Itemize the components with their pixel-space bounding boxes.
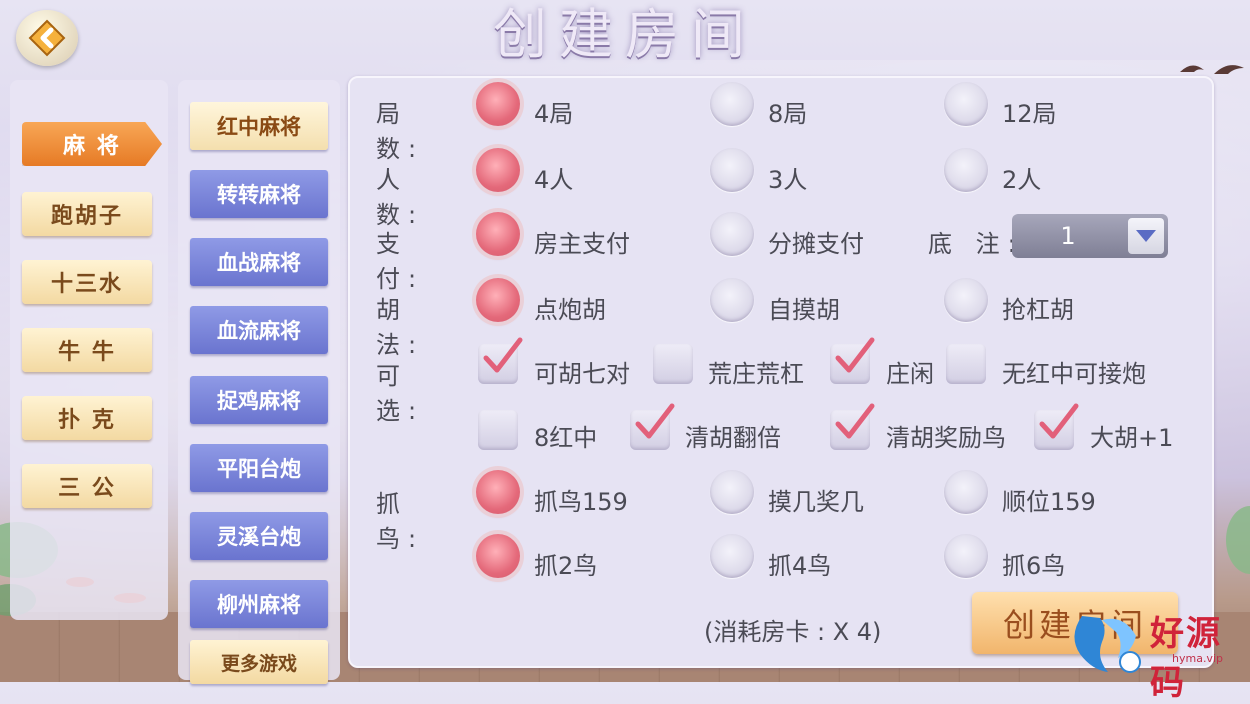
bird-option-label: 顺位159	[1002, 488, 1096, 516]
bird-count-label: 抓2鸟	[534, 552, 598, 580]
checkmark-icon	[835, 403, 875, 439]
category-poker[interactable]: 扑 克	[22, 396, 152, 440]
game-lingxi-taipao[interactable]: 灵溪台炮	[190, 512, 328, 560]
players-option-label: 3人	[768, 166, 808, 194]
optional-label: 可 选:	[376, 362, 425, 425]
base-bet-value: 1	[1060, 222, 1076, 250]
rounds-option-label: 4局	[534, 100, 574, 128]
checkbox-qinghu-bird[interactable]	[830, 403, 875, 450]
payment-radio-split[interactable]	[710, 212, 754, 256]
checkbox-wuhongzhong[interactable]	[946, 344, 986, 384]
checkbox-8hongzhong[interactable]	[478, 410, 518, 450]
base-bet-label: 底 注:	[928, 230, 1024, 258]
rounds-option-label: 8局	[768, 100, 808, 128]
bird-label: 抓 鸟:	[376, 490, 425, 553]
checkmark-icon	[1039, 403, 1079, 439]
rounds-radio-8[interactable]	[710, 82, 754, 126]
checkmark-icon	[635, 403, 675, 439]
game-zhuanzhuan-mahjong[interactable]: 转转麻将	[190, 170, 328, 218]
players-radio-4[interactable]	[476, 148, 520, 192]
bird-count-radio-6[interactable]	[944, 534, 988, 578]
hu-method-label: 胡 法:	[376, 296, 425, 359]
more-games-button[interactable]: 更多游戏	[190, 640, 328, 684]
game-zhuoji-mahjong[interactable]: 捉鸡麻将	[190, 376, 328, 424]
optional-item-label: 庄闲	[886, 360, 934, 388]
room-card-cost: (消耗房卡 : X 4)	[704, 618, 882, 646]
rounds-option-label: 12局	[1002, 100, 1057, 128]
bird-option-label: 摸几奖几	[768, 488, 864, 516]
checkbox-qinghu-double[interactable]	[630, 403, 675, 450]
bird-radio-159[interactable]	[476, 470, 520, 514]
players-radio-3[interactable]	[710, 148, 754, 192]
watermark-logo-icon	[1074, 616, 1141, 673]
checkbox-qidui[interactable]	[478, 337, 523, 384]
optional-item-label: 清胡翻倍	[685, 424, 781, 452]
game-xueliu-mahjong[interactable]: 血流麻将	[190, 306, 328, 354]
players-option-label: 2人	[1002, 166, 1042, 194]
bird-count-label: 抓4鸟	[768, 552, 832, 580]
category-niuniu[interactable]: 牛 牛	[22, 328, 152, 372]
game-liuzhou-mahjong[interactable]: 柳州麻将	[190, 580, 328, 628]
checkmark-icon	[483, 337, 523, 373]
bird-count-radio-2[interactable]	[476, 534, 520, 578]
bird-radio-mojijiangji[interactable]	[710, 470, 754, 514]
hu-option-label: 自摸胡	[768, 296, 840, 324]
rounds-radio-4[interactable]	[476, 82, 520, 126]
game-hongzhong-mahjong[interactable]: 红中麻将	[190, 102, 328, 150]
optional-item-label: 无红中可接炮	[1002, 360, 1146, 388]
checkmark-icon	[835, 337, 875, 373]
players-label: 人 数:	[376, 166, 425, 229]
bird-radio-shunwei[interactable]	[944, 470, 988, 514]
optional-item-label: 大胡+1	[1090, 424, 1174, 452]
bird-count-label: 抓6鸟	[1002, 552, 1066, 580]
payment-option-label: 分摊支付	[768, 230, 864, 258]
optional-item-label: 8红中	[534, 424, 598, 452]
page-title: 创建房间	[493, 3, 757, 66]
hu-option-label: 点炮胡	[534, 296, 606, 324]
hu-option-label: 抢杠胡	[1002, 296, 1074, 324]
rounds-label: 局 数:	[376, 100, 425, 163]
chevron-down-icon	[1136, 230, 1156, 242]
game-xuezhan-mahjong[interactable]: 血战麻将	[190, 238, 328, 286]
checkbox-zhuangxian[interactable]	[830, 337, 875, 384]
category-shisanshui[interactable]: 十三水	[22, 260, 152, 304]
dropdown-arrow-button[interactable]	[1128, 218, 1164, 254]
payment-label: 支 付:	[376, 230, 425, 293]
checkbox-huangzhuang[interactable]	[653, 344, 693, 384]
payment-radio-host[interactable]	[476, 212, 520, 256]
game-pingyang-taipao[interactable]: 平阳台炮	[190, 444, 328, 492]
hu-radio-zimo[interactable]	[710, 278, 754, 322]
optional-item-label: 可胡七对	[534, 360, 630, 388]
optional-item-label: 清胡奖励鸟	[886, 424, 1006, 452]
hu-radio-dianpao[interactable]	[476, 278, 520, 322]
watermark-url: hyma.vip	[1172, 652, 1223, 665]
players-option-label: 4人	[534, 166, 574, 194]
category-mahjong[interactable]: 麻 将	[22, 122, 162, 166]
bird-count-radio-4[interactable]	[710, 534, 754, 578]
bird-option-label: 抓鸟159	[534, 488, 628, 516]
base-bet-select[interactable]: 1	[1012, 214, 1168, 258]
rounds-radio-12[interactable]	[944, 82, 988, 126]
players-radio-2[interactable]	[944, 148, 988, 192]
lotus-leaf-right-icon	[1226, 506, 1250, 574]
hu-radio-qianggang[interactable]	[944, 278, 988, 322]
checkbox-dahu-plus1[interactable]	[1034, 403, 1079, 450]
optional-item-label: 荒庄荒杠	[708, 360, 804, 388]
category-sangong[interactable]: 三 公	[22, 464, 152, 508]
payment-option-label: 房主支付	[534, 230, 630, 258]
category-paohuzi[interactable]: 跑胡子	[22, 192, 152, 236]
